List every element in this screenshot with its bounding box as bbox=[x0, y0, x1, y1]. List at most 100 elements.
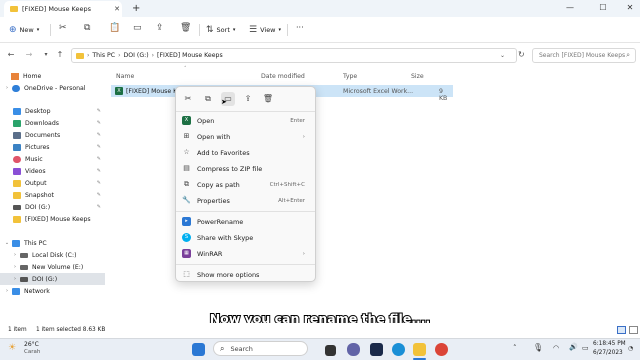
sidebar-item-onedrive[interactable]: › OneDrive - Personal bbox=[0, 82, 105, 94]
copy-icon[interactable]: ⧉ bbox=[201, 92, 215, 106]
weather-temp[interactable]: 26°C bbox=[24, 341, 39, 348]
volume-icon[interactable]: 🔊 bbox=[569, 343, 578, 351]
sidebar-item-home[interactable]: Home bbox=[0, 70, 105, 82]
sidebar-item-doi-drive[interactable]: DOI (G:) ✎ bbox=[0, 201, 105, 213]
menu-item-open-with[interactable]: ⊞ Open with › bbox=[182, 130, 311, 143]
details-view-icon[interactable] bbox=[617, 326, 626, 334]
file-explorer-icon[interactable] bbox=[413, 343, 426, 356]
column-header-size[interactable]: Size bbox=[411, 73, 424, 80]
task-view-icon[interactable] bbox=[325, 345, 336, 356]
taskbar-search[interactable]: ⌕ Search bbox=[213, 341, 308, 356]
share-icon[interactable]: ⇪ bbox=[241, 92, 255, 106]
clock-date[interactable]: 6/27/2023 bbox=[593, 350, 623, 356]
menu-item-label: Compress to ZIP file bbox=[197, 164, 263, 173]
pictures-icon bbox=[13, 143, 21, 151]
more-options-button[interactable]: ··· bbox=[296, 23, 304, 37]
copy-icon[interactable]: ⧉ bbox=[84, 23, 90, 37]
breadcrumb-drive[interactable]: DOI (G:) bbox=[123, 52, 148, 59]
sidebar-item-new-volume[interactable]: › New Volume (E:) bbox=[0, 261, 105, 273]
sidebar-item-local-disk[interactable]: › Local Disk (C:) bbox=[0, 249, 105, 261]
tab-close-icon[interactable]: ✕ bbox=[112, 5, 122, 13]
menu-item-skype[interactable]: S Share with Skype bbox=[182, 231, 311, 244]
share-icon[interactable]: ⇪ bbox=[156, 23, 164, 37]
pin-icon: ✎ bbox=[96, 120, 101, 126]
view-button[interactable]: ☰ View ▾ bbox=[249, 23, 281, 37]
back-arrow-icon[interactable]: ← bbox=[5, 50, 17, 59]
more-options-icon: ⬚ bbox=[183, 270, 190, 278]
pin-icon: ✎ bbox=[96, 132, 101, 138]
menu-item-show-more[interactable]: ⬚ Show more options bbox=[182, 268, 311, 281]
minimize-button[interactable]: — bbox=[562, 3, 578, 12]
sidebar-item-this-pc[interactable]: ⌄ This PC bbox=[0, 237, 105, 249]
submenu-arrow-icon: › bbox=[302, 133, 305, 140]
sidebar-item-pictures[interactable]: Pictures ✎ bbox=[0, 141, 105, 153]
column-header-date[interactable]: Date modified bbox=[261, 73, 305, 80]
sort-button[interactable]: ⇅ Sort ▾ bbox=[206, 23, 235, 37]
menu-item-add-favorites[interactable]: ☆ Add to Favorites bbox=[182, 146, 311, 159]
breadcrumb-folder[interactable]: [FIXED] Mouse Keeps bbox=[157, 52, 223, 59]
search-icon: ⌕ bbox=[220, 343, 225, 353]
menu-item-compress-zip[interactable]: ▤ Compress to ZIP file bbox=[182, 162, 311, 175]
tab-current[interactable]: [FIXED] Mouse Keeps ✕ bbox=[4, 1, 122, 17]
sidebar-item-label: This PC bbox=[24, 239, 47, 247]
address-bar[interactable]: › This PC › DOI (G:) › [FIXED] Mouse Kee… bbox=[71, 48, 517, 63]
maximize-button[interactable]: ☐ bbox=[595, 3, 611, 12]
teams-chat-icon[interactable] bbox=[347, 343, 360, 356]
context-menu: ✂ ⧉ ▭ ⇪ 🗑 ➤ X Open Enter ⊞ Open with › ☆… bbox=[175, 86, 316, 282]
sidebar-item-desktop[interactable]: Desktop ✎ bbox=[0, 105, 105, 117]
search-box[interactable]: Search [FIXED] Mouse Keeps ⌕ bbox=[532, 48, 636, 63]
tray-overflow-icon[interactable]: ˄ bbox=[513, 344, 517, 352]
sidebar-item-label: Local Disk (C:) bbox=[32, 251, 77, 259]
clock-time[interactable]: 6:18:45 PM bbox=[593, 341, 626, 347]
cut-icon[interactable]: ✂ bbox=[181, 92, 195, 106]
terminal-app-icon[interactable] bbox=[370, 343, 383, 356]
new-tab-button[interactable]: + bbox=[132, 3, 140, 14]
wifi-icon[interactable]: ◠ bbox=[553, 344, 559, 352]
new-button[interactable]: ⊕ New ▾ bbox=[9, 23, 39, 37]
sidebar-item-output[interactable]: Output ✎ bbox=[0, 177, 105, 189]
microphone-icon[interactable]: 🎙 bbox=[533, 343, 543, 352]
delete-icon[interactable]: 🗑 bbox=[261, 92, 275, 106]
sidebar-item-label: Videos bbox=[25, 167, 46, 175]
sidebar-item-network[interactable]: › Network bbox=[0, 285, 105, 297]
navigation-pane: Home › OneDrive - Personal Desktop ✎ Dow… bbox=[0, 68, 105, 323]
recent-chevron-icon[interactable]: ▾ bbox=[40, 51, 52, 58]
divider bbox=[287, 24, 288, 36]
column-header-type[interactable]: Type bbox=[343, 73, 357, 80]
menu-item-open[interactable]: X Open Enter bbox=[182, 114, 311, 127]
refresh-icon[interactable]: ↻ bbox=[518, 50, 525, 59]
tiles-view-icon[interactable] bbox=[629, 326, 638, 334]
chrome-browser-icon[interactable] bbox=[435, 343, 448, 356]
forward-arrow-icon[interactable]: → bbox=[23, 50, 35, 59]
sidebar-item-snapshot[interactable]: Snapshot ✎ bbox=[0, 189, 105, 201]
menu-item-winrar[interactable]: ▦ WinRAR › bbox=[182, 247, 311, 260]
sidebar-item-music[interactable]: Music ✎ bbox=[0, 153, 105, 165]
new-button-label: New bbox=[19, 26, 34, 34]
folder-icon bbox=[13, 215, 21, 223]
windows-start-icon[interactable] bbox=[192, 343, 205, 356]
cut-icon[interactable]: ✂ bbox=[59, 23, 67, 37]
edge-browser-icon[interactable] bbox=[392, 343, 405, 356]
delete-icon[interactable]: 🗑 bbox=[180, 23, 191, 37]
sidebar-item-doi-drive-selected[interactable]: › DOI (G:) bbox=[0, 273, 105, 285]
close-button[interactable]: ✕ bbox=[622, 3, 638, 12]
menu-shortcut: Enter bbox=[290, 117, 305, 124]
battery-icon[interactable]: ▭ bbox=[582, 344, 589, 352]
menu-item-properties[interactable]: 🔧 Properties Alt+Enter bbox=[182, 194, 311, 207]
notification-bell-icon[interactable]: ◔ bbox=[628, 345, 633, 352]
sort-icon: ⇅ bbox=[206, 25, 214, 35]
sidebar-item-documents[interactable]: Documents ✎ bbox=[0, 129, 105, 141]
sidebar-item-downloads[interactable]: Downloads ✎ bbox=[0, 117, 105, 129]
breadcrumb-this-pc[interactable]: This PC bbox=[92, 52, 115, 59]
paste-icon[interactable]: 📋 bbox=[109, 23, 120, 37]
sidebar-item-videos[interactable]: Videos ✎ bbox=[0, 165, 105, 177]
excel-file-icon: X bbox=[115, 87, 123, 95]
menu-item-powerrename[interactable]: ▸ PowerRename bbox=[182, 215, 311, 228]
up-arrow-icon[interactable]: ↑ bbox=[54, 50, 66, 59]
rename-icon[interactable]: ▭ bbox=[133, 23, 142, 37]
sidebar-item-fixed-folder[interactable]: [FIXED] Mouse Keeps bbox=[0, 213, 105, 225]
column-header-name[interactable]: Name bbox=[116, 73, 134, 80]
pin-icon: ✎ bbox=[96, 156, 101, 162]
menu-item-copy-path[interactable]: ⧉ Copy as path Ctrl+Shift+C bbox=[182, 178, 311, 191]
address-dropdown-icon[interactable]: ⌄ bbox=[500, 52, 505, 59]
